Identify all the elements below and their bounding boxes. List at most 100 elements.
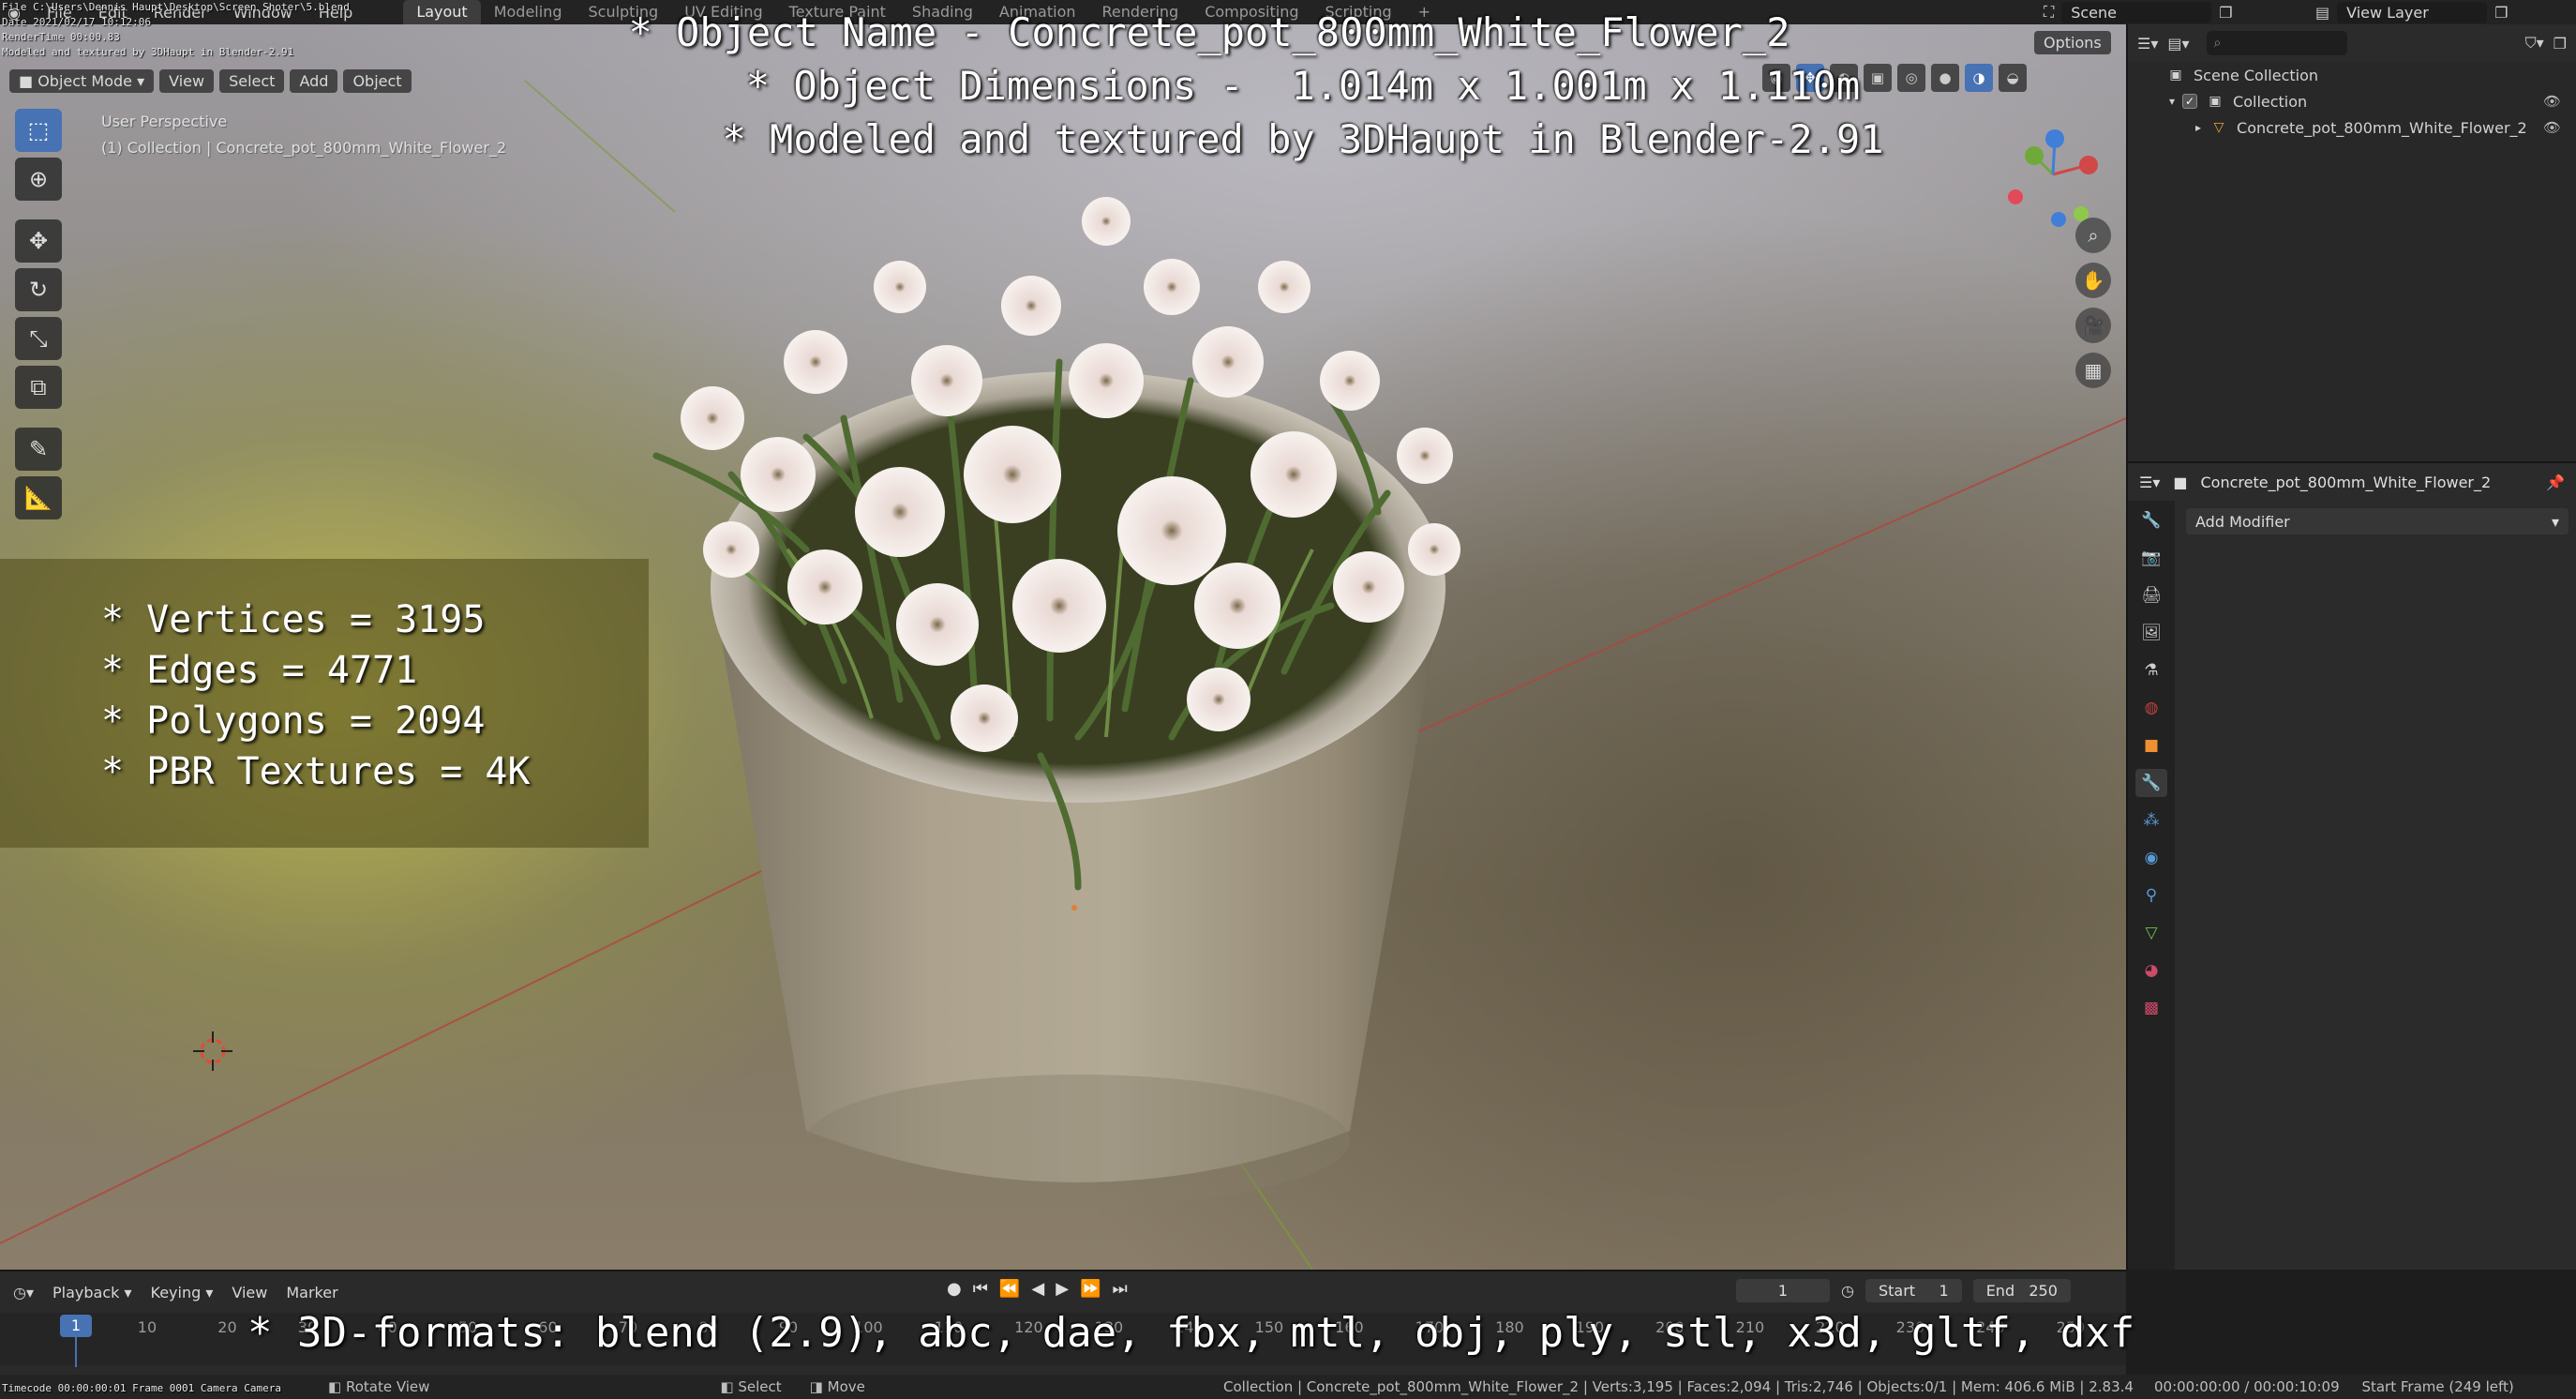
visibility-eye-icon[interactable]: 👁 [2543,93,2561,110]
viewport-menu-view[interactable]: View [159,68,215,93]
record-icon[interactable]: ● [947,1279,962,1299]
transform-tool-icon[interactable]: ⧉ [15,366,62,409]
data-tab-icon[interactable]: ▽ [2135,919,2167,947]
jump-start-icon[interactable]: ⏮ [973,1279,988,1299]
object-mode-dropdown[interactable]: ■ Object Mode ▾ [9,68,155,93]
timeline-menu-keying[interactable]: Keying ▾ [151,1284,214,1301]
outliner-collection[interactable]: ▾ ✓ ▣ Collection 👁 [2128,88,2576,114]
scene-collection-icon: ▣ [2169,68,2182,83]
prev-keyframe-icon[interactable]: ⏪ [999,1279,1020,1299]
viewport-header: ■ Object Mode ▾ View Select Add Object [9,66,412,96]
annotate-tool-icon[interactable]: ✎ [15,428,62,471]
start-label: Start [1878,1282,1916,1300]
end-frame-field[interactable]: End 250 [1972,1279,2071,1302]
timeline-menu-playback[interactable]: Playback ▾ [52,1284,132,1301]
clock-icon[interactable]: ◷ [1841,1282,1854,1300]
end-value: 250 [2029,1282,2058,1300]
timeline-menu-view[interactable]: View [232,1284,267,1301]
outliner-scene-collection[interactable]: ▣ Scene Collection [2128,62,2576,88]
neg-z-axis-icon[interactable] [2051,212,2066,227]
view-layer-tab-icon[interactable]: 🖼 [2135,619,2167,647]
particles-tab-icon[interactable]: ⁂ [2135,806,2167,835]
move-tool-icon[interactable]: ✥ [15,219,62,263]
start-frame-label: Start Frame (249 left) [2361,1378,2514,1395]
viewport-menu-add[interactable]: Add [290,68,338,93]
object-origin [1071,905,1077,910]
rotate-view-hint: ◧ Rotate View [328,1378,430,1395]
add-modifier-label: Add Modifier [2195,512,2290,531]
editor-type-icon[interactable]: ☰▾ [2137,35,2158,53]
new-collection-icon[interactable]: ❐ [2554,35,2567,53]
neg-x-axis-icon[interactable] [2008,189,2023,204]
expand-icon[interactable]: ▸ [2195,121,2201,134]
texture-tab-icon[interactable]: ▩ [2135,994,2167,1022]
select-label: Select [738,1378,782,1395]
next-keyframe-icon[interactable]: ⏩ [1080,1279,1101,1299]
rotate-tool-icon[interactable]: ↻ [15,268,62,311]
timeline-editor-icon[interactable]: ◷▾ [13,1284,34,1301]
properties-editor-icon[interactable]: ☰▾ [2139,474,2160,491]
outliner-search-input[interactable]: ⌕ [2206,31,2347,55]
viewport-info: User Perspective (1) Collection | Concre… [101,109,506,161]
3d-viewport[interactable]: ■ Object Mode ▾ View Select Add Object O… [0,24,2126,1270]
tool-tab-icon[interactable]: 🔧 [2135,506,2167,534]
status-bar: ◧ Rotate View ◧ Select ◨ Move Collection… [0,1375,2576,1399]
view-layer-name[interactable]: View Layer [2337,1,2488,23]
viewport-menu-object[interactable]: Object [343,68,412,93]
properties-tabs: 🔧 📷 🖨 🖼 ⚗ ◍ ■ 🔧 ⁂ ◉ ⚲ ▽ ◕ ▩ [2128,501,2175,1270]
material-tab-icon[interactable]: ◕ [2135,956,2167,985]
modifier-tab-icon[interactable]: 🔧 [2135,769,2167,797]
frame-range: 1 ◷ Start 1 End 250 [1736,1279,2071,1302]
current-frame-field[interactable]: 1 [1736,1279,1830,1302]
pin-icon[interactable]: 📌 [2546,474,2565,491]
formats-overlay: * 3D-formats: blend (2.9), abc, dae, fbx… [247,1309,2135,1357]
rotate-label: Rotate View [345,1378,430,1395]
x-axis-line-far [1405,417,2126,738]
timeline-tick: 10 [137,1318,157,1336]
start-frame-field[interactable]: Start 1 [1865,1279,1962,1302]
camera-view-icon[interactable]: 🎥 [2075,308,2111,343]
ortho-grid-icon[interactable]: ▦ [2075,353,2111,388]
viewport-menu-select[interactable]: Select [219,68,285,93]
mesh-object-icon: ▽ [2213,120,2224,135]
timeline-tick: 20 [217,1318,237,1336]
output-tab-icon[interactable]: 🖨 [2135,581,2167,609]
collection-checkbox[interactable]: ✓ [2182,94,2198,109]
3d-cursor-icon[interactable] [193,1031,232,1071]
filter-icon[interactable]: ⛉▾ [2525,34,2544,53]
timeline-menu-marker[interactable]: Marker [286,1284,337,1301]
render-tab-icon[interactable]: 📷 [2135,544,2167,572]
x-axis-line [0,830,845,1244]
jump-end-icon[interactable]: ⏭ [1112,1279,1127,1299]
object-visibility-eye-icon[interactable]: 👁 [2543,119,2561,136]
add-modifier-dropdown[interactable]: Add Modifier ▾ [2186,508,2569,534]
new-scene-icon[interactable]: ❐ [2219,4,2232,22]
playhead[interactable]: 1 [60,1315,92,1337]
outliner-header: ☰▾ ▤▾ ⌕ ⛉▾ ❐ [2128,24,2576,62]
collapse-icon[interactable]: ▾ [2169,95,2175,108]
view-layer-icon: ▤ [2315,3,2330,22]
playback-label: Playback [52,1283,120,1301]
zoom-icon[interactable]: ⌕ [2075,218,2111,253]
physics-tab-icon[interactable]: ◉ [2135,844,2167,872]
constraints-tab-icon[interactable]: ⚲ [2135,881,2167,910]
cursor-tool-icon[interactable]: ⊕ [15,158,62,201]
properties-header: ☰▾ ■ Concrete_pot_800mm_White_Flower_2 📌 [2128,463,2576,501]
display-mode-icon[interactable]: ▤▾ [2167,35,2189,53]
pan-hand-icon[interactable]: ✋ [2075,263,2111,298]
scene-tab-icon[interactable]: ⚗ [2135,656,2167,684]
select-box-tool-icon[interactable]: ⬚ [15,109,62,152]
collection-icon: ▣ [2209,94,2222,109]
play-reverse-icon[interactable]: ◀ [1031,1279,1044,1299]
measure-tool-icon[interactable]: 📐 [15,476,62,519]
status-hints: ◧ Rotate View ◧ Select ◨ Move [328,1378,865,1395]
world-tab-icon[interactable]: ◍ [2135,694,2167,722]
object-tab-icon[interactable]: ■ [2135,731,2167,760]
outliner-panel: ☰▾ ▤▾ ⌕ ⛉▾ ❐ ▣ Scene Collection ▾ ✓ ▣ Co… [2126,24,2576,465]
scale-tool-icon[interactable]: ⤡ [15,317,62,360]
new-view-layer-icon[interactable]: ❐ [2494,4,2508,22]
object-dimensions-line: * Object Dimensions - 1.014m x 1.001m x … [745,63,1861,109]
play-icon[interactable]: ▶ [1056,1279,1069,1299]
outliner-object[interactable]: ▸ ▽ Concrete_pot_800mm_White_Flower_2 👁 [2128,114,2576,141]
view-layer-selector[interactable]: ▤ View Layer ❐ [2315,0,2508,24]
